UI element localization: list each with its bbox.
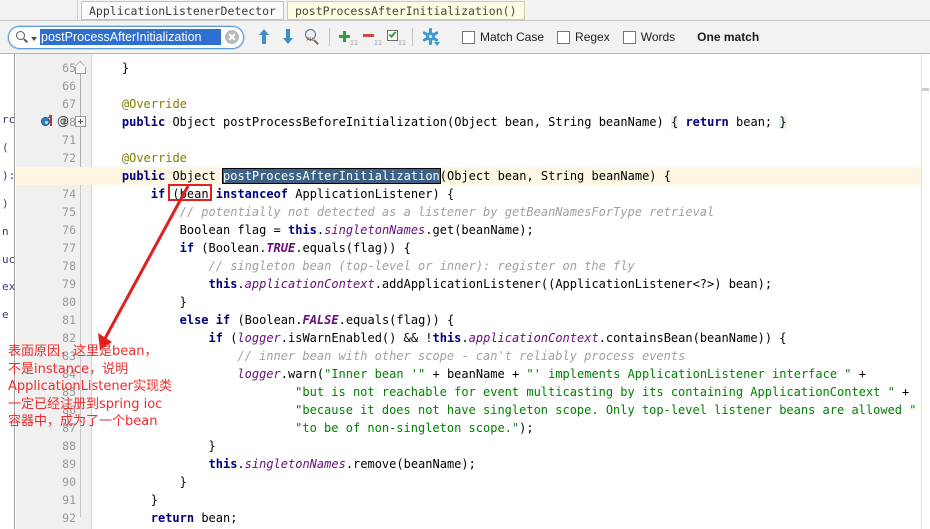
line-number: 78 xyxy=(62,259,76,273)
clipped-code-fragment: n xyxy=(2,224,9,238)
code-line[interactable]: logger.warn("Inner bean '" + beanName + … xyxy=(237,365,866,383)
code-line[interactable]: public Object postProcessBeforeInitializ… xyxy=(122,113,787,131)
breadcrumb: ApplicationListenerDetector postProcessA… xyxy=(0,0,930,21)
clipped-code-fragment: e xyxy=(2,308,9,322)
code-line[interactable]: this.singletonNames.remove(beanName); xyxy=(209,455,476,473)
code-line[interactable]: "because it does not have singleton scop… xyxy=(295,401,930,419)
code-line[interactable]: "to be of non-singleton scope."); xyxy=(295,419,533,437)
line-number: 88 xyxy=(62,439,76,453)
breadcrumb-left-gap xyxy=(0,0,78,20)
code-line[interactable]: public Object postProcessAfterInitializa… xyxy=(122,167,671,185)
line-number: 86 xyxy=(62,403,76,417)
chevron-down-icon[interactable] xyxy=(31,36,37,41)
code-line[interactable]: Boolean flag = this.singletonNames.get(b… xyxy=(180,221,534,239)
find-all-icon[interactable]: ALL xyxy=(300,25,324,49)
line-number: 74 xyxy=(62,187,76,201)
line-number: 81 xyxy=(62,313,76,327)
code-line[interactable]: @Override xyxy=(122,149,187,167)
fold-end-icon[interactable] xyxy=(75,62,86,74)
match-case-option[interactable]: Match Case xyxy=(462,30,544,44)
search-input[interactable]: postProcessAfterInitialization xyxy=(40,29,221,45)
find-toolbar: postProcessAfterInitialization ALL II II… xyxy=(0,21,930,54)
line-number: 65 xyxy=(62,61,76,75)
line-number: 92 xyxy=(62,511,76,525)
toolbar-divider xyxy=(329,28,330,46)
line-number: 83 xyxy=(62,349,76,363)
line-number: 71 xyxy=(62,133,76,147)
adjacent-editor-clip: rc ():) n uc ex e xyxy=(0,54,15,529)
words-option[interactable]: Words xyxy=(622,30,676,44)
regex-option[interactable]: Regex xyxy=(557,30,610,44)
match-case-label: Match Case xyxy=(480,30,545,44)
override-marker-icon[interactable] xyxy=(41,114,56,130)
remove-selection-icon[interactable]: II xyxy=(359,25,383,49)
search-field[interactable]: postProcessAfterInitialization xyxy=(8,25,244,49)
code-line[interactable]: @Override xyxy=(122,95,187,113)
line-number: 89 xyxy=(62,457,76,471)
idea-editor-window: ApplicationListenerDetector postProcessA… xyxy=(0,0,930,529)
code-line[interactable]: } xyxy=(209,437,216,455)
code-line[interactable]: // singleton bean (top-level or inner): … xyxy=(209,257,635,275)
annotation-marker-icon[interactable]: @ xyxy=(57,114,69,128)
code-line[interactable]: return bean; xyxy=(151,509,238,527)
line-number: 66 xyxy=(62,79,76,93)
words-checkbox[interactable] xyxy=(622,30,636,44)
code-line[interactable]: if (bean instanceof ApplicationListener)… xyxy=(151,185,454,203)
code-line[interactable]: // inner bean with other scope - can't r… xyxy=(237,347,685,365)
regex-label: Regex xyxy=(575,30,610,44)
line-number: 84 xyxy=(62,367,76,381)
code-editor[interactable]: rc():)nucexe 656667687172737475767778798… xyxy=(0,54,930,529)
breadcrumb-item-class[interactable]: ApplicationListenerDetector xyxy=(81,0,284,20)
arrow-up-icon[interactable] xyxy=(252,25,276,49)
line-number: 85 xyxy=(62,385,76,399)
line-number: 76 xyxy=(62,223,76,237)
arrow-down-icon[interactable] xyxy=(276,25,300,49)
clipped-code-fragment: rc xyxy=(2,113,15,126)
clipped-code-fragment: ): xyxy=(2,168,15,182)
line-number: 75 xyxy=(62,205,76,219)
clipped-code-fragment: uc xyxy=(2,252,15,266)
code-text[interactable]: } @Override public Object postProcessBefor… xyxy=(93,54,930,529)
code-line[interactable]: "but is not reachable for event multicas… xyxy=(295,383,909,401)
breadcrumb-item-method[interactable]: postProcessAfterInitialization() xyxy=(286,0,525,20)
editor-right-margin[interactable] xyxy=(921,54,930,529)
match-case-checkbox[interactable] xyxy=(462,30,475,44)
selection-group: II II II xyxy=(335,25,407,49)
select-all-occurrences-icon[interactable]: II xyxy=(383,25,407,49)
code-line[interactable]: if (logger.isWarnEnabled() && !this.appl… xyxy=(209,329,787,347)
gear-icon[interactable] xyxy=(418,25,442,49)
line-number: 82 xyxy=(62,331,76,345)
words-label: Words xyxy=(640,30,676,44)
code-line[interactable]: } xyxy=(151,491,158,509)
regex-checkbox[interactable] xyxy=(557,30,571,44)
code-line[interactable]: } xyxy=(180,293,187,311)
code-line[interactable]: else if (Boolean.FALSE.equals(flag)) { xyxy=(180,311,455,329)
find-nav-group: ALL xyxy=(252,25,324,49)
line-number: 87 xyxy=(62,421,76,435)
search-icon xyxy=(16,30,29,44)
code-line[interactable]: // potentially not detected as a listene… xyxy=(180,203,715,221)
clipped-code-fragment: ex xyxy=(2,280,15,294)
scrollbar-mark xyxy=(922,88,929,91)
code-line[interactable]: } xyxy=(180,473,187,491)
line-number: 67 xyxy=(62,97,76,111)
clipped-code-fragment: ) xyxy=(2,196,9,210)
line-number: 91 xyxy=(62,493,76,507)
line-number: 77 xyxy=(62,241,76,255)
line-number: 90 xyxy=(62,475,76,489)
code-line[interactable]: } xyxy=(122,59,129,77)
line-number: 72 xyxy=(62,151,76,165)
code-line[interactable]: if (Boolean.TRUE.equals(flag)) { xyxy=(180,239,411,257)
line-number: 80 xyxy=(62,295,76,309)
clipped-code-fragment: ( xyxy=(2,140,9,154)
add-selection-icon[interactable]: II xyxy=(335,25,359,49)
fold-expand-icon[interactable] xyxy=(75,116,86,127)
toolbar-divider-2 xyxy=(412,28,413,46)
close-icon[interactable] xyxy=(225,30,239,44)
code-line[interactable]: this.applicationContext.addApplicationLi… xyxy=(209,275,773,293)
match-count-label: One match xyxy=(697,30,760,44)
line-number: 79 xyxy=(62,277,76,291)
